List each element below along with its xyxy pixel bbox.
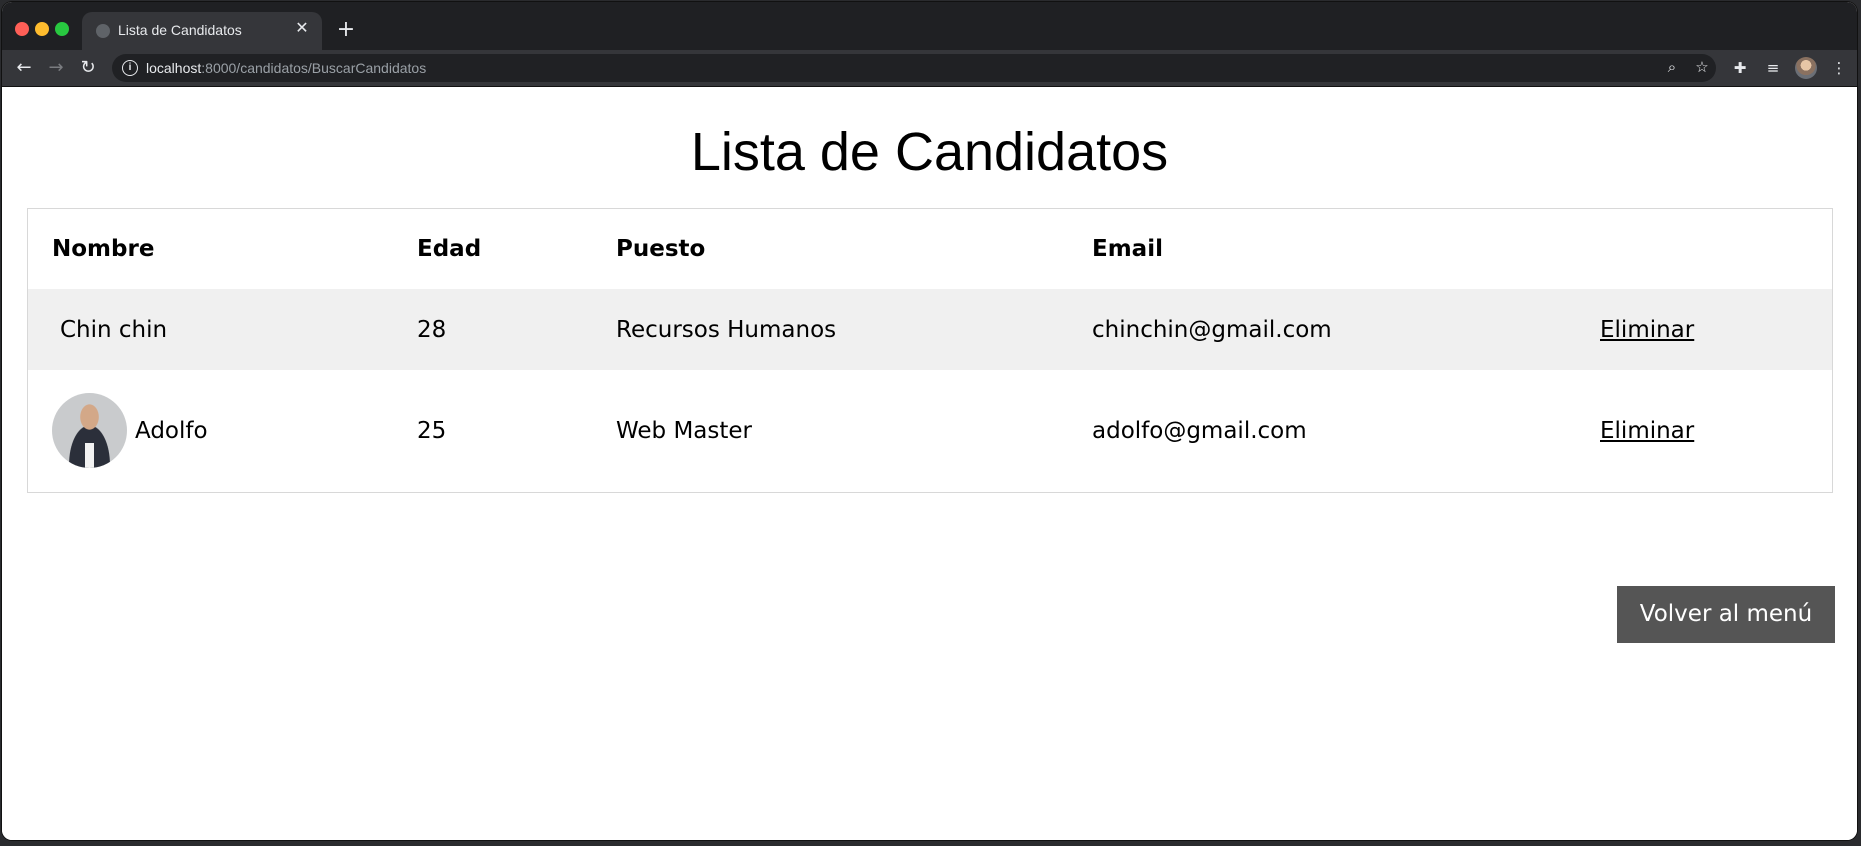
- delete-link[interactable]: Eliminar: [1600, 317, 1694, 343]
- title-bar: Lista de Candidatos ✕ +: [2, 2, 1857, 50]
- candidate-action-cell: Eliminar: [1576, 289, 1832, 370]
- puzzle-icon[interactable]: ✚: [1729, 57, 1751, 79]
- arrow-left-icon[interactable]: ←: [12, 56, 36, 80]
- address-bar[interactable]: i localhost:8000/candidatos/BuscarCandid…: [112, 54, 1716, 82]
- globe-icon: [96, 24, 110, 38]
- page-title: Lista de Candidatos: [690, 122, 1169, 182]
- browser-toolbar: ← → ↻ i localhost:8000/candidatos/Buscar…: [2, 50, 1857, 87]
- table-row: Adolfo 25 Web Master adolfo@gmail.com El…: [28, 370, 1832, 492]
- arrow-right-icon[interactable]: →: [44, 56, 68, 80]
- candidate-email: adolfo@gmail.com: [1068, 370, 1576, 492]
- candidate-email: chinchin@gmail.com: [1068, 289, 1576, 370]
- new-tab-button[interactable]: +: [334, 18, 358, 42]
- column-header-nombre: Nombre: [52, 236, 155, 262]
- zoom-icon[interactable]: ⌕: [1662, 58, 1682, 78]
- browser-window: Lista de Candidatos ✕ + ← → ↻ i localhos…: [2, 2, 1857, 840]
- candidate-name-cell: Adolfo: [28, 370, 393, 492]
- kebab-menu-icon[interactable]: ⋮: [1828, 57, 1850, 79]
- maximize-window-button[interactable]: [55, 22, 69, 36]
- candidate-position: Recursos Humanos: [592, 289, 1068, 370]
- candidate-age: 25: [393, 370, 592, 492]
- close-window-button[interactable]: [15, 22, 29, 36]
- back-to-menu-button[interactable]: Volver al menú: [1617, 586, 1835, 643]
- candidate-name-cell: Chin chin: [28, 289, 393, 370]
- candidate-age: 28: [393, 289, 592, 370]
- candidate-action-cell: Eliminar: [1576, 370, 1832, 492]
- delete-link[interactable]: Eliminar: [1600, 418, 1694, 444]
- star-icon[interactable]: ☆: [1692, 58, 1712, 78]
- tab-close-icon[interactable]: ✕: [292, 19, 312, 39]
- reload-icon[interactable]: ↻: [76, 56, 100, 80]
- candidate-name: Adolfo: [135, 418, 208, 444]
- candidate-photo: [52, 392, 127, 468]
- browser-tab[interactable]: Lista de Candidatos ✕: [82, 12, 322, 50]
- column-header-email: Email: [1092, 236, 1163, 262]
- column-header-actions: [1576, 209, 1832, 289]
- candidate-position: Web Master: [592, 370, 1068, 492]
- table-header-row: Nombre Edad Puesto Email: [28, 209, 1832, 289]
- info-icon[interactable]: i: [122, 60, 138, 76]
- column-header-puesto: Puesto: [616, 236, 706, 262]
- url-text[interactable]: localhost:8000/candidatos/BuscarCandidat…: [146, 60, 426, 76]
- column-header-edad: Edad: [417, 236, 482, 262]
- minimize-window-button[interactable]: [35, 22, 49, 36]
- page-content: Lista de Candidatos Nombre Edad Puesto E…: [2, 87, 1857, 840]
- media-queue-icon[interactable]: ≡: [1762, 57, 1784, 79]
- candidate-name: Chin chin: [60, 316, 168, 343]
- tab-title: Lista de Candidatos: [118, 22, 242, 38]
- profile-avatar-icon[interactable]: [1795, 57, 1817, 79]
- table-row: Chin chin 28 Recursos Humanos chinchin@g…: [28, 289, 1832, 370]
- candidates-table: Nombre Edad Puesto Email Chin chin 28 Re…: [27, 208, 1833, 493]
